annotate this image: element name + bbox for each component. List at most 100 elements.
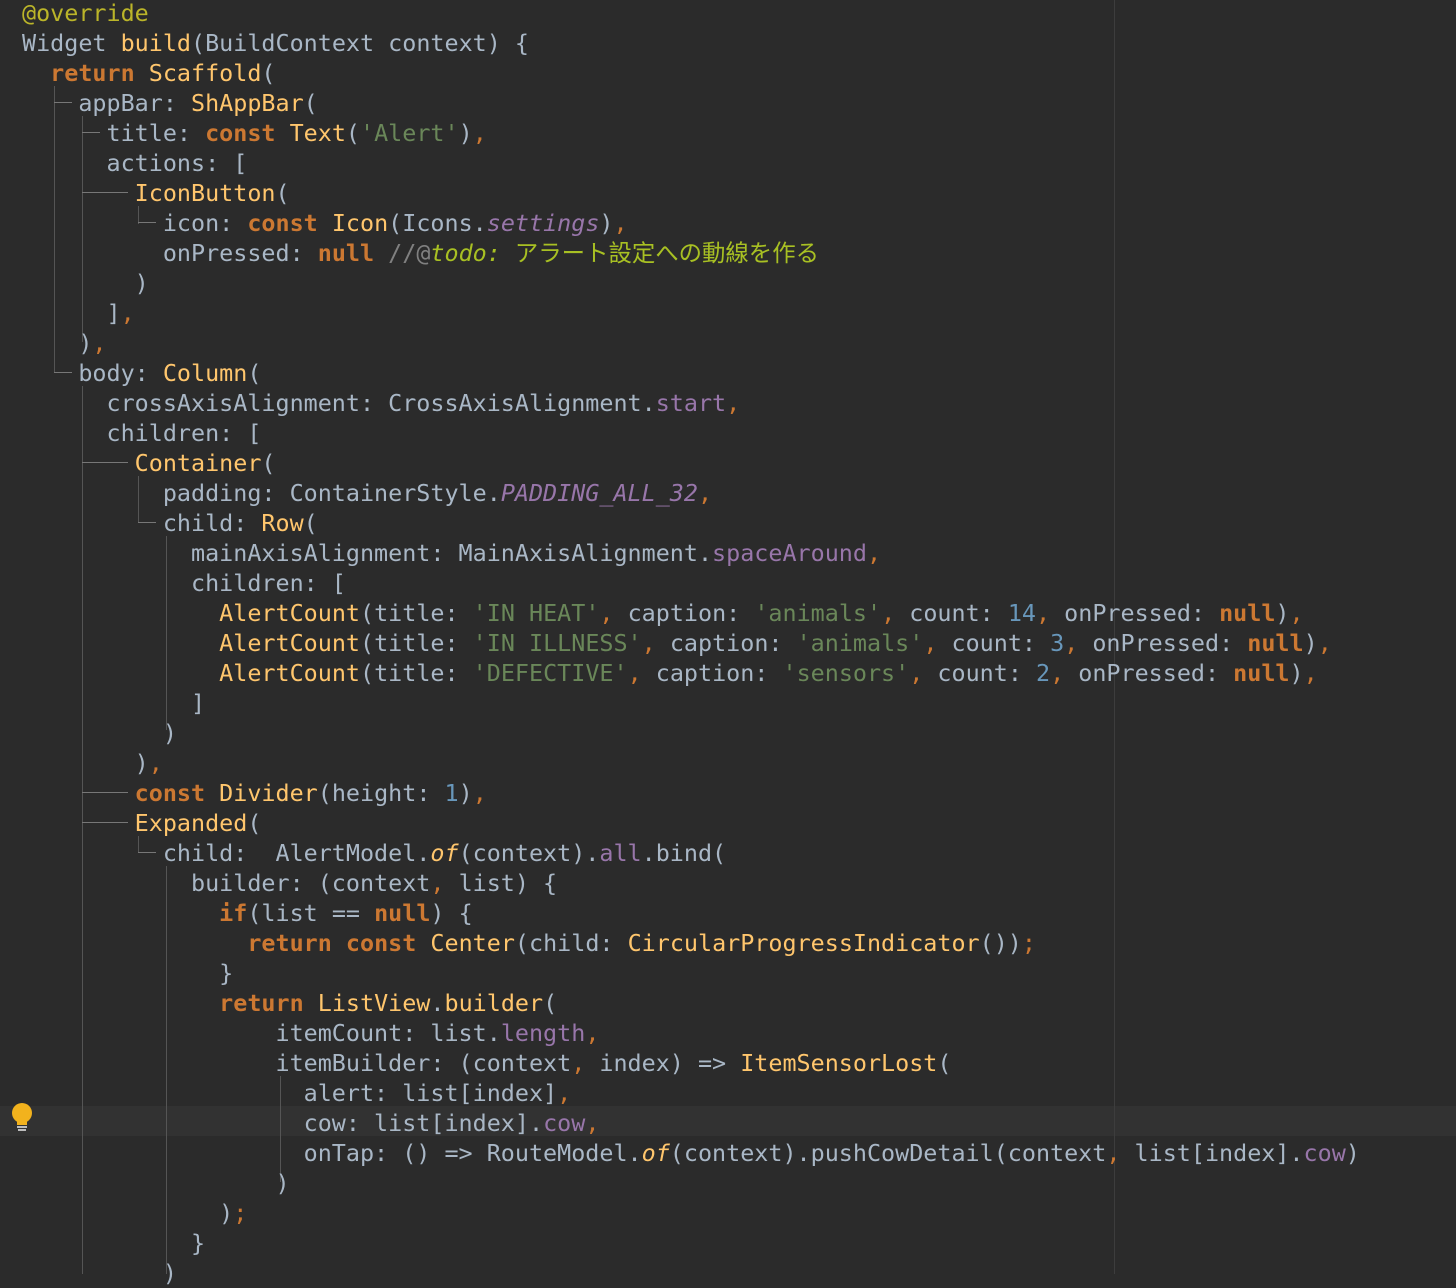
code-token: ListView xyxy=(317,989,431,1017)
code-line[interactable]: builder: (context, list) { xyxy=(22,868,557,898)
code-line[interactable]: alert: list[index], xyxy=(22,1078,572,1108)
code-token: , xyxy=(866,539,882,567)
code-line[interactable]: itemCount: list.length, xyxy=(22,1018,599,1048)
code-token: ( xyxy=(261,449,276,477)
code-line[interactable]: ) xyxy=(22,268,149,298)
code-token: (context).pushCowDetail(context xyxy=(669,1139,1107,1167)
code-line[interactable]: } xyxy=(22,958,233,988)
code-token: actions: [ xyxy=(22,149,248,177)
code-line[interactable]: IconButton( xyxy=(22,178,290,208)
code-token: 'IN HEAT' xyxy=(472,599,600,627)
code-line[interactable]: onTap: () => RouteModel.of(context).push… xyxy=(22,1138,1360,1168)
code-token: ) xyxy=(458,779,473,807)
code-line[interactable]: cow: list[index].cow, xyxy=(22,1108,600,1138)
code-line[interactable]: ); xyxy=(22,1198,247,1228)
code-line[interactable]: const Divider(height: 1), xyxy=(22,778,487,808)
code-line[interactable]: ) xyxy=(22,1168,290,1198)
code-line[interactable]: ), xyxy=(22,328,106,358)
code-line[interactable]: ] xyxy=(22,688,205,718)
code-token: return const xyxy=(247,929,431,957)
code-line[interactable]: appBar: ShAppBar( xyxy=(22,88,318,118)
lightbulb-icon[interactable] xyxy=(10,1102,34,1134)
code-token: //@ xyxy=(388,239,431,267)
code-line[interactable]: children: [ xyxy=(22,568,346,598)
code-line[interactable]: icon: const Icon(Icons.settings), xyxy=(22,208,628,238)
code-token: null xyxy=(317,239,389,267)
code-token: ( xyxy=(275,179,290,207)
code-line[interactable]: children: [ xyxy=(22,418,261,448)
code-token: return xyxy=(219,989,318,1017)
code-token: ) xyxy=(22,1169,290,1197)
code-token: , xyxy=(881,599,910,627)
code-token: (BuildContext context) { xyxy=(191,29,529,57)
code-line[interactable]: } xyxy=(22,1228,205,1258)
code-line[interactable]: body: Column( xyxy=(22,358,261,388)
code-token: todo: xyxy=(430,239,515,267)
code-line[interactable]: @override xyxy=(22,0,149,28)
code-token: ( xyxy=(261,59,276,87)
code-line[interactable]: ) xyxy=(22,1258,177,1288)
code-line[interactable]: itemBuilder: (context, index) => ItemSen… xyxy=(22,1048,951,1078)
code-line[interactable]: return ListView.builder( xyxy=(22,988,557,1018)
code-token: ( xyxy=(543,989,558,1017)
code-editor[interactable]: @override Widget build(BuildContext conte… xyxy=(0,0,1456,1287)
code-line[interactable]: crossAxisAlignment: CrossAxisAlignment.s… xyxy=(22,388,740,418)
code-token: AlertCount xyxy=(219,629,360,657)
code-token: 'Alert' xyxy=(360,119,459,147)
code-token: cow xyxy=(1303,1139,1346,1167)
code-line[interactable]: Container( xyxy=(22,448,276,478)
code-token: onPressed: xyxy=(22,239,318,267)
code-token: ) xyxy=(1303,629,1318,657)
code-line[interactable]: child: AlertModel.of(context).all.bind( xyxy=(22,838,726,868)
code-line[interactable]: ], xyxy=(22,298,134,328)
code-token: appBar: xyxy=(22,89,191,117)
code-line[interactable]: return const Center(child: CircularProgr… xyxy=(22,928,1036,958)
code-line[interactable]: padding: ContainerStyle.PADDING_ALL_32, xyxy=(22,478,712,508)
code-token: CircularProgressIndicator xyxy=(627,929,980,957)
code-token: , xyxy=(585,1109,600,1137)
code-line[interactable]: actions: [ xyxy=(22,148,247,178)
code-token: children: [ xyxy=(22,569,346,597)
code-token: , xyxy=(641,629,670,657)
code-token: , xyxy=(1317,629,1332,657)
code-token: ) xyxy=(22,1199,234,1227)
code-token: 'animals' xyxy=(796,629,924,657)
code-token: (height: xyxy=(317,779,445,807)
code-token: , xyxy=(627,659,656,687)
code-token: (list == xyxy=(247,899,375,927)
code-line[interactable]: if(list == null) { xyxy=(22,898,473,928)
code-token: ; xyxy=(1021,929,1036,957)
code-token: 'sensors' xyxy=(782,659,910,687)
code-token: , xyxy=(557,1079,572,1107)
code-token: IconButton xyxy=(134,179,276,207)
code-line[interactable]: ) xyxy=(22,718,177,748)
code-line[interactable]: AlertCount(title: 'IN ILLNESS', caption:… xyxy=(22,628,1332,658)
code-token: ; xyxy=(233,1199,248,1227)
code-token: Row xyxy=(261,509,304,537)
code-line[interactable]: title: const Text('Alert'), xyxy=(22,118,487,148)
code-token: PADDING_ALL_32 xyxy=(500,479,698,507)
code-token: null xyxy=(1233,659,1290,687)
code-token: itemBuilder: (context xyxy=(22,1049,572,1077)
code-token: null xyxy=(1247,629,1304,657)
code-token: ( xyxy=(303,89,318,117)
code-token: , xyxy=(472,119,487,147)
code-token: ( xyxy=(247,809,262,837)
code-line[interactable]: AlertCount(title: 'DEFECTIVE', caption: … xyxy=(22,658,1318,688)
code-token: } xyxy=(22,1229,206,1257)
code-token: all xyxy=(599,839,642,867)
code-line[interactable]: onPressed: null //@todo: アラート設定への動線を作る xyxy=(22,238,819,268)
code-token: crossAxisAlignment: CrossAxisAlignment. xyxy=(22,389,656,417)
code-line[interactable]: return Scaffold( xyxy=(22,58,276,88)
code-line[interactable]: AlertCount(title: 'IN HEAT', caption: 'a… xyxy=(22,598,1303,628)
code-line[interactable]: ), xyxy=(22,748,163,778)
code-line[interactable]: child: Row( xyxy=(22,508,318,538)
code-line[interactable]: Widget build(BuildContext context) { xyxy=(22,28,529,58)
code-line[interactable]: Expanded( xyxy=(22,808,262,838)
code-token: (child: xyxy=(514,929,628,957)
code-token: ( xyxy=(247,359,262,387)
code-token: ) { xyxy=(430,899,473,927)
code-line[interactable]: mainAxisAlignment: MainAxisAlignment.spa… xyxy=(22,538,881,568)
